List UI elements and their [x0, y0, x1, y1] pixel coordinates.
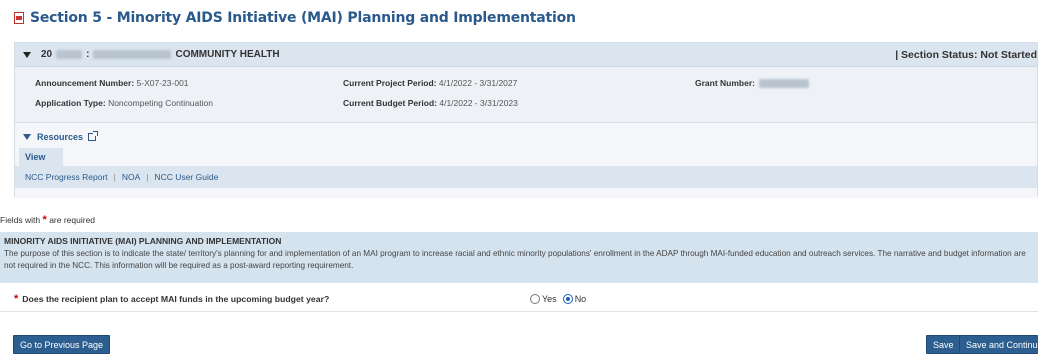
mai-section-box: MINORITY AIDS INITIATIVE (MAI) PLANNING …: [0, 232, 1038, 283]
redacted-grant-number: [758, 78, 809, 88]
application-type-value: Noncompeting Continuation: [108, 98, 213, 108]
application-type-label: Application Type:: [35, 98, 106, 108]
grant-number: Grant Number:: [695, 78, 813, 88]
resources-panel: Resources View NCC Progress Report | NOA…: [15, 123, 1037, 198]
radio-yes[interactable]: [530, 293, 540, 304]
announcement-label: Announcement Number:: [35, 78, 135, 88]
project-period-label: Current Project Period:: [343, 78, 437, 88]
mai-funds-radio-group: Yes No: [530, 293, 592, 304]
announcement-number: Announcement Number: 5-X07-23-001: [35, 78, 189, 88]
mai-funds-question: * Does the recipient plan to accept MAI …: [14, 293, 329, 305]
link-separator: |: [113, 172, 116, 182]
mai-section-description: The purpose of this section is to indica…: [4, 249, 1026, 270]
organization-name: 20 : COMMUNITY HEALTH: [41, 49, 280, 60]
organization-id-prefix: 20: [41, 49, 53, 60]
budget-period-label: Current Budget Period:: [343, 98, 437, 108]
required-star-icon: *: [42, 214, 47, 226]
resource-links: NCC Progress Report | NOA | NCC User Gui…: [15, 166, 1037, 188]
save-button[interactable]: Save: [926, 335, 961, 354]
resources-header[interactable]: Resources: [23, 131, 99, 142]
budget-period-value: 4/1/2022 - 3/31/2023: [439, 98, 518, 108]
link-ncc-user-guide[interactable]: NCC User Guide: [155, 172, 219, 182]
external-link-icon[interactable]: [88, 131, 99, 141]
organization-header[interactable]: 20 : COMMUNITY HEALTH | Section Status: …: [15, 43, 1037, 67]
mai-funds-question-row: * Does the recipient plan to accept MAI …: [0, 286, 1038, 312]
question-text: Does the recipient plan to accept MAI fu…: [22, 293, 330, 304]
radio-no[interactable]: [562, 293, 573, 304]
radio-no-label[interactable]: No: [575, 294, 587, 304]
current-budget-period: Current Budget Period: 4/1/2022 - 3/31/2…: [343, 98, 518, 108]
grant-number-label: Grant Number:: [695, 78, 755, 88]
link-noa[interactable]: NOA: [122, 172, 140, 182]
required-note-suffix: are required: [49, 215, 96, 225]
required-note-prefix: Fields with: [0, 215, 41, 225]
required-star-icon: *: [14, 292, 19, 305]
link-ncc-progress-report[interactable]: NCC Progress Report: [25, 172, 108, 182]
mai-section-title: MINORITY AIDS INITIATIVE (MAI) PLANNING …: [4, 236, 282, 246]
required-fields-note: Fields with * are required: [0, 214, 95, 226]
application-info: Announcement Number: 5-X07-23-001 Applic…: [15, 67, 1037, 123]
radio-yes-label[interactable]: Yes: [542, 294, 557, 304]
organization-name-suffix: COMMUNITY HEALTH: [175, 49, 280, 60]
organization-panel: 20 : COMMUNITY HEALTH | Section Status: …: [14, 42, 1038, 198]
redacted-id: [56, 50, 83, 59]
pdf-icon[interactable]: [14, 12, 24, 24]
go-to-previous-page-button[interactable]: Go to Previous Page: [13, 335, 111, 354]
page-title: Section 5 - Minority AIDS Initiative (MA…: [14, 7, 576, 29]
section-status: | Section Status: Not Started: [895, 48, 1037, 61]
save-and-continue-button[interactable]: Save and Continue: [959, 335, 1038, 354]
link-separator: |: [146, 172, 149, 182]
announcement-value: 5-X07-23-001: [136, 78, 189, 88]
current-project-period: Current Project Period: 4/1/2022 - 3/31/…: [343, 78, 517, 88]
application-type: Application Type: Noncompeting Continuat…: [35, 98, 213, 108]
tab-view[interactable]: View: [19, 148, 63, 166]
page-title-text: Section 5 - Minority AIDS Initiative (MA…: [30, 10, 576, 26]
project-period-value: 4/1/2022 - 3/31/2027: [438, 78, 518, 88]
resources-label: Resources: [37, 132, 84, 142]
collapse-caret-icon[interactable]: [23, 51, 31, 58]
redacted-name: [93, 50, 172, 59]
resources-caret-icon[interactable]: [23, 134, 31, 140]
